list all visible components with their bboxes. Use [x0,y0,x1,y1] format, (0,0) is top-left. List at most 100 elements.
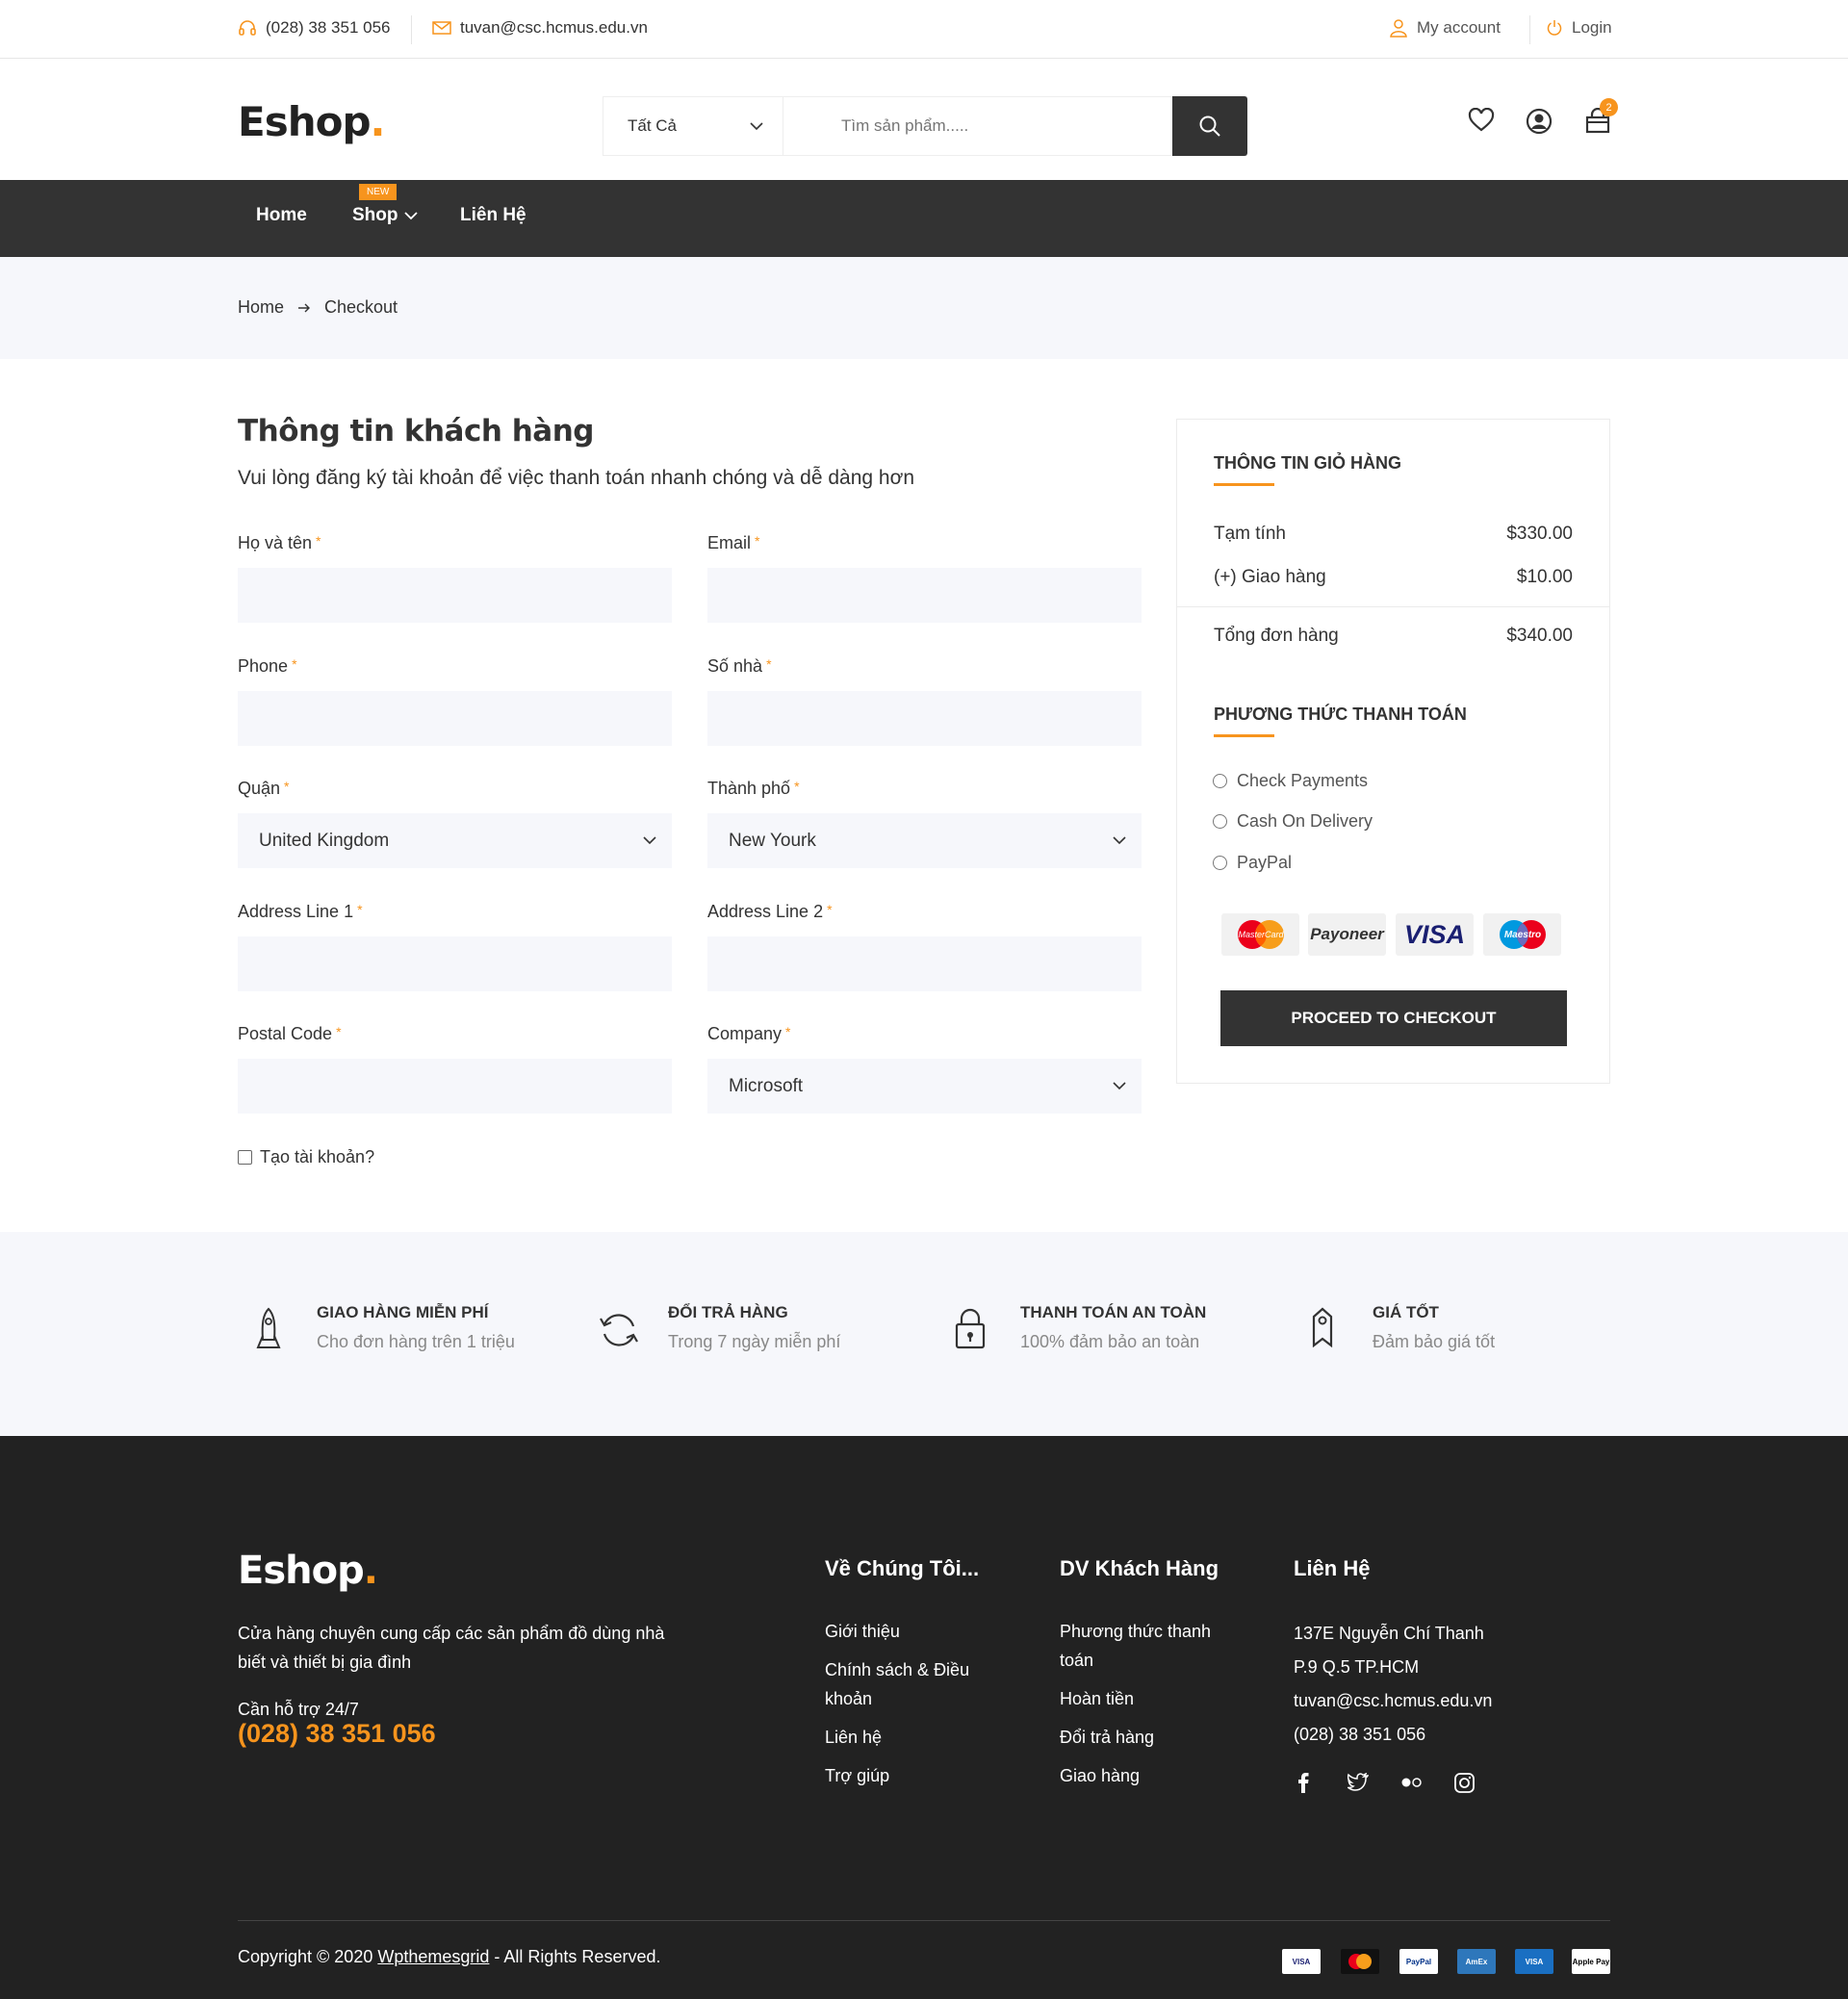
twitter-icon[interactable] [1348,1773,1369,1792]
footer: Eshop. Cửa hàng chuyên cung cấp các sản … [0,1436,1848,1999]
footer-link[interactable]: Trợ giúp [825,1761,889,1790]
service-title: THANH TOÁN AN TOÀN [1020,1303,1207,1321]
payment-option-paypal[interactable]: PayPal [1213,853,1292,873]
shipping-value: $10.00 [1516,567,1573,587]
chevron-down-icon [750,121,763,131]
title-underline [1214,734,1274,737]
radio-button[interactable] [1213,774,1227,788]
contact-line[interactable]: (028) 38 351 056 [1294,1718,1492,1752]
footer-about-line: biết và thiết bị gia đình [238,1653,412,1672]
house-number-label: Số nhà * [707,656,772,676]
contact-line[interactable]: tuvan@csc.hcmus.edu.vn [1294,1684,1492,1718]
copyright: Copyright © 2020 Wpthemesgrid - All Righ… [238,1947,661,1966]
footer-link[interactable]: Đổi trả hàng [1060,1723,1154,1752]
nav-contact[interactable]: Liên Hệ [460,205,526,226]
new-badge: NEW [359,184,398,200]
footer-link[interactable]: Phương thức thanh toán [1060,1617,1211,1675]
service-desc: Trong 7 ngày miễn phí [668,1332,841,1351]
footer-link[interactable]: Liên hệ [825,1723,882,1752]
company-select[interactable]: Microsoft [707,1059,1142,1114]
rocket-icon [255,1307,282,1351]
arrow-right-icon [297,302,311,314]
my-account-link[interactable]: My account [1389,18,1501,38]
chevron-down-icon [1113,1082,1126,1090]
cart-summary-title: THÔNG TIN GIỎ HÀNG [1214,453,1401,473]
footer-about-line: Cửa hàng chuyên cung cấp các sản phẩm đồ… [238,1624,665,1643]
nav-shop[interactable]: Shop [352,205,418,226]
city-select[interactable]: New Yourk [707,813,1142,868]
service-desc: Đảm bảo giá tốt [1373,1332,1496,1351]
total-label: Tổng đơn hàng [1214,626,1339,646]
proceed-to-checkout-button[interactable]: PROCEED TO CHECKOUT [1220,990,1567,1046]
footer-divider [238,1920,1610,1921]
footer-logo-dot: . [363,1549,378,1593]
instagram-icon[interactable] [1454,1773,1475,1793]
services-strip: GIAO HÀNG MIỄN PHÍ Cho đơn hàng trên 1 t… [0,1232,1848,1436]
create-account-label: Tạo tài khoản? [260,1147,375,1166]
copyright-link[interactable]: Wpthemesgrid [377,1947,489,1966]
subtotal-value: $330.00 [1506,524,1573,544]
name-input[interactable] [238,568,672,623]
breadcrumb-home[interactable]: Home [238,297,284,318]
chevron-down-icon [403,211,418,220]
facebook-icon[interactable] [1297,1772,1309,1793]
footer-link[interactable]: Giới thiệu [825,1617,900,1646]
title-underline [1214,483,1274,486]
mail-icon [432,20,451,36]
radio-button[interactable] [1213,856,1227,870]
nav-home[interactable]: Home [256,205,307,226]
address2-input[interactable] [707,936,1142,991]
footer-col-service-title: DV Khách Hàng [1060,1556,1219,1580]
site-logo[interactable]: Eshop. [238,98,385,145]
address1-input[interactable] [238,936,672,991]
nav-contact-label: Liên Hệ [460,205,526,225]
footer-link[interactable]: Giao hàng [1060,1761,1140,1790]
wishlist-icon[interactable] [1468,108,1495,133]
subtotal-row: Tạm tính $330.00 [1214,524,1573,545]
paypal-icon: PayPal [1399,1949,1438,1974]
footer-logo[interactable]: Eshop. [238,1549,378,1593]
payment-method-title: PHƯƠNG THỨC THANH TOÁN [1214,705,1467,724]
cart-count-badge: 2 [1600,98,1618,116]
phone-input[interactable] [238,691,672,746]
postal-code-input[interactable] [238,1059,672,1114]
chevron-down-icon [1113,836,1126,845]
address2-label: Address Line 2 * [707,902,833,921]
radio-button[interactable] [1213,814,1227,829]
footer-link[interactable]: Hoàn tiền [1060,1684,1134,1713]
headset-icon [238,18,257,38]
divider [1177,606,1609,607]
chevron-down-icon [643,836,656,845]
email-input[interactable] [707,568,1142,623]
search-category-select[interactable]: Tất Cả [603,97,783,155]
house-number-input[interactable] [707,691,1142,746]
topbar-email[interactable]: tuvan@csc.hcmus.edu.vn [432,18,648,38]
support-phone[interactable]: (028) 38 351 056 [238,1719,436,1749]
footer-logo-text: Eshop [238,1549,365,1593]
district-select[interactable]: United Kingdom [238,813,672,868]
svg-text:MasterCard: MasterCard [1238,930,1284,939]
payment-option-check[interactable]: Check Payments [1213,771,1368,791]
cart-summary: THÔNG TIN GIỎ HÀNG Tạm tính $330.00 (+) G… [1176,419,1610,1084]
payment-option-cod[interactable]: Cash On Delivery [1213,811,1373,832]
topbar-phone: (028) 38 351 056 [238,18,391,38]
flickr-icon[interactable] [1401,1778,1423,1787]
footer-link[interactable]: Chính sách & Điều khoản [825,1655,969,1713]
page-title: Thông tin khách hàng [238,414,594,448]
visa-icon: VISA [1396,913,1474,956]
main-nav: Home NEW Shop Liên Hệ [0,180,1848,257]
svg-text:Maestro: Maestro [1503,930,1540,940]
nav-home-label: Home [256,205,307,225]
service-desc: 100% đảm bảo an toàn [1020,1332,1200,1351]
account-circle-icon[interactable] [1526,108,1553,135]
login-label: Login [1572,18,1612,37]
search-button[interactable] [1172,96,1247,156]
create-account-option: Tạo tài khoản? [238,1147,374,1167]
page-subtitle: Vui lòng đăng ký tài khoản để việc thanh… [238,467,915,489]
login-link[interactable]: Login [1546,18,1612,38]
apple-pay-icon: Apple Pay [1572,1949,1610,1974]
district-value: United Kingdom [259,830,390,851]
search-input[interactable] [783,97,1172,155]
payoneer-icon: Payoneer [1308,913,1386,956]
create-account-checkbox[interactable] [238,1150,252,1165]
